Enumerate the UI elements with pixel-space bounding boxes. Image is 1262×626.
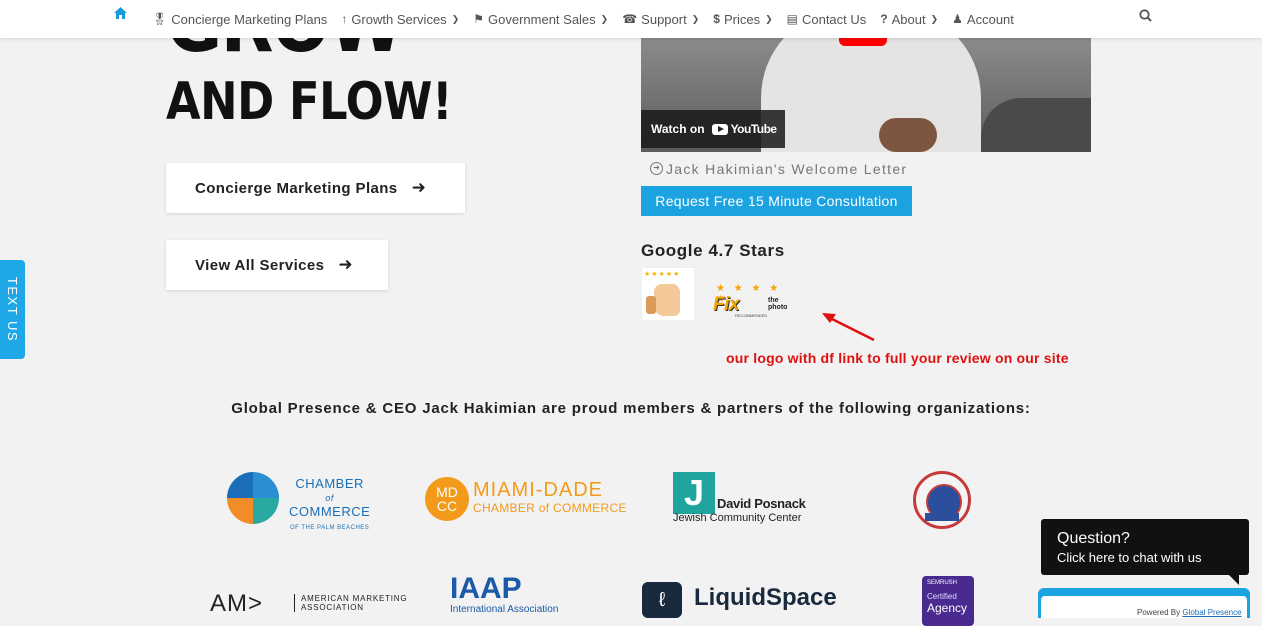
iaap-logo[interactable]: IAAP International Association: [450, 572, 570, 616]
youtube-label: YouTube: [730, 122, 778, 136]
md-text: MIAMI-DADE: [473, 479, 603, 501]
annotation-text: our logo with df link to full your revie…: [726, 350, 1069, 366]
nav-label: Support: [641, 11, 687, 27]
user-icon: ♟: [952, 12, 963, 26]
badge-icon: [913, 471, 971, 529]
watch-on-youtube-button[interactable]: Watch on YouTube: [641, 110, 785, 148]
nav-item-growth[interactable]: ↑ Growth Services ❯: [341, 12, 459, 27]
arrow-up-icon: ↑: [341, 12, 348, 26]
semrush-agency-logo[interactable]: SEMRUSH Certified Agency: [922, 576, 974, 626]
consult-label: Request Free 15 Minute Consultation: [655, 193, 898, 209]
liquidspace-text: LiquidSpace: [694, 584, 837, 611]
nav-label: Prices: [723, 11, 761, 27]
flag-icon: ⚑: [473, 12, 484, 26]
liquidspace-icon: ℓ: [642, 582, 682, 618]
nav-item-about[interactable]: ? About ❯: [880, 12, 938, 27]
semrush-badge: SEMRUSH Certified Agency: [922, 576, 974, 626]
video-person: [761, 38, 981, 152]
chat-widget[interactable]: Powered By Global Presence: [1038, 588, 1250, 618]
star-rating-icon: ★★★★★: [644, 271, 681, 278]
home-icon[interactable]: [113, 6, 128, 25]
chat-prompt-bubble[interactable]: Question? Click here to chat with us: [1041, 519, 1249, 585]
powered-by-text: Powered By Global Presence: [1137, 608, 1242, 617]
chevron-down-icon: ❯: [691, 13, 700, 24]
iaap-mark: IAAP: [450, 572, 522, 605]
video-red-accent: [839, 38, 887, 46]
chevron-down-icon: ❯: [600, 13, 609, 24]
md-sub: CHAMBER of COMMERCE: [473, 501, 627, 515]
fix-the-photo: the photo: [768, 297, 788, 311]
nav-label: Contact Us: [801, 11, 867, 27]
aplus-rated-badge-logo[interactable]: [913, 471, 971, 529]
nav-item-support[interactable]: ☎ Support ❯: [622, 12, 699, 27]
google-rating-heading: Google 4.7 Stars: [641, 241, 785, 260]
md-circle-icon: MD CC: [425, 477, 469, 521]
chevron-down-icon: ❯: [765, 13, 773, 24]
chevron-down-icon: ❯: [930, 13, 939, 24]
liquidspace-logo[interactable]: ℓ LiquidSpace: [642, 582, 842, 618]
thumbs-up-review-logo[interactable]: ★★★★★: [641, 267, 695, 321]
text-us-tab[interactable]: TEXT US: [0, 260, 25, 359]
consultation-button[interactable]: Request Free 15 Minute Consultation: [641, 186, 912, 216]
ama-logo[interactable]: AM> AMERICAN MARKETING ASSOCIATION: [210, 590, 410, 620]
chat-tail: [1229, 575, 1239, 585]
welcome-label: Jack Hakimian's Welcome Letter: [666, 161, 908, 177]
ama-text: AMERICAN MARKETING ASSOCIATION: [294, 594, 407, 612]
view-services-button[interactable]: View All Services ➜: [166, 240, 388, 290]
david-posnack-jcc-logo[interactable]: J David Posnack Jewish Community Center: [673, 472, 813, 528]
chamber-globe-icon: [227, 472, 279, 524]
chamber-text: CHAMBER of COMMERCE OF THE PALM BEACHES: [289, 476, 371, 531]
jcc-text: David Posnack: [717, 496, 806, 511]
text-us-label: TEXT US: [5, 276, 21, 343]
members-heading: Global Presence & CEO Jack Hakimian are …: [231, 400, 1031, 417]
nav-label: Concierge Marketing Plans: [171, 11, 328, 27]
nav-item-prices[interactable]: $ Prices ❯: [713, 12, 772, 27]
welcome-letter-link[interactable]: Jack Hakimian's Welcome Letter: [666, 161, 907, 177]
jcc-j-icon: J: [673, 472, 715, 514]
chevron-down-icon: ❯: [451, 13, 460, 24]
jcc-sub: Jewish Community Center: [673, 512, 802, 524]
miami-dade-chamber-logo[interactable]: MD CC MIAMI-DADE CHAMBER of COMMERCE: [425, 477, 627, 523]
button-label: Concierge Marketing Plans: [195, 179, 398, 197]
thumbs-up-icon: [646, 284, 680, 316]
nav-label: Growth Services: [351, 11, 447, 27]
nav-label: Account: [966, 11, 1014, 27]
youtube-icon: [711, 123, 728, 135]
nav-item-government[interactable]: ⚑ Government Sales ❯: [473, 12, 608, 27]
nav-label: Government Sales: [488, 11, 596, 27]
top-nav: 🎖︎ Concierge Marketing Plans ↑ Growth Se…: [0, 0, 1262, 38]
circle-arrow-icon: ➜: [650, 162, 663, 175]
nav-menu: 🎖︎ Concierge Marketing Plans ↑ Growth Se…: [152, 0, 1028, 38]
dollar-icon: $: [713, 12, 720, 26]
red-arrow-icon: [822, 313, 875, 342]
search-icon[interactable]: [1139, 9, 1152, 25]
iaap-sub: International Association: [450, 604, 559, 615]
medal-icon: 🎖︎: [152, 12, 168, 26]
video-chair: [981, 98, 1091, 152]
chat-question: Question?: [1057, 530, 1130, 547]
palm-beaches-chamber-logo[interactable]: CHAMBER of COMMERCE OF THE PALM BEACHES: [227, 472, 377, 531]
watch-label: Watch on: [651, 122, 705, 136]
arrow-right-icon: ➜: [338, 255, 354, 274]
nav-item-contact[interactable]: ▤ Contact Us: [787, 12, 867, 27]
nav-item-concierge[interactable]: 🎖︎ Concierge Marketing Plans: [152, 12, 327, 27]
nav-item-account[interactable]: ♟ Account: [952, 12, 1014, 27]
ama-mark: AM>: [210, 590, 264, 617]
video-hands: [879, 118, 937, 152]
nav-label: About: [891, 11, 926, 27]
question-icon: ?: [880, 12, 888, 26]
button-label: View All Services: [195, 256, 325, 274]
headset-icon: ☎: [622, 12, 638, 26]
concierge-plans-button[interactable]: Concierge Marketing Plans ➜: [166, 163, 465, 213]
chat-subtext: Click here to chat with us: [1057, 550, 1202, 565]
address-card-icon: ▤: [786, 12, 798, 26]
fix-recommended: RECOMMENDED: [735, 313, 768, 318]
hero-heading-line2: AND FLOW!: [166, 72, 453, 132]
fixthephoto-logo[interactable]: ★ ★ ★ ★ ★ Fix the photo RECOMMENDED: [713, 283, 791, 319]
arrow-right-icon: ➜: [411, 178, 427, 197]
